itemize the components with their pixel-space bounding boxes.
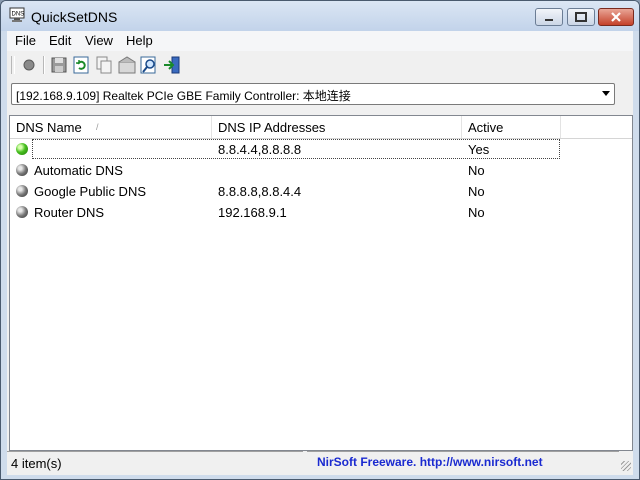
column-active[interactable]: Active xyxy=(462,116,561,138)
active-cell: Yes xyxy=(468,142,490,157)
table-row[interactable]: Automatic DNS No xyxy=(10,160,632,181)
find-icon xyxy=(140,56,156,74)
menu-edit[interactable]: Edit xyxy=(49,33,71,48)
chevron-down-icon[interactable] xyxy=(602,91,610,96)
save-button[interactable] xyxy=(49,55,69,75)
menu-bar: File Edit View Help xyxy=(7,31,633,51)
dns-name-cell: Automatic DNS xyxy=(34,163,123,178)
active-cell: No xyxy=(468,163,485,178)
column-dns-name-label: DNS Name xyxy=(16,120,82,135)
column-dns-name[interactable]: DNS Name / xyxy=(10,116,212,138)
minimize-button[interactable] xyxy=(535,8,563,26)
title-bar[interactable]: DNS QuickSetDNS xyxy=(1,1,639,31)
table-row[interactable]: 8.8.4.4,8.8.8.8 Yes xyxy=(10,139,632,160)
exit-icon xyxy=(164,56,180,74)
properties-icon xyxy=(118,56,136,74)
record-button[interactable] xyxy=(19,55,39,75)
menu-help[interactable]: Help xyxy=(126,33,153,48)
close-icon xyxy=(611,12,621,22)
exit-button[interactable] xyxy=(162,55,182,75)
dns-ip-cell: 192.168.9.1 xyxy=(218,205,287,220)
maximize-button[interactable] xyxy=(567,8,595,26)
client-area: File Edit View Help [192.168.9.109] Real… xyxy=(7,31,633,475)
maximize-icon xyxy=(575,12,587,22)
table-row[interactable]: Google Public DNS 8.8.8.8,8.8.4.4 No xyxy=(10,181,632,202)
find-button[interactable] xyxy=(139,55,159,75)
dns-app-icon: DNS xyxy=(9,7,25,22)
status-panel-count: 4 item(s) xyxy=(7,451,303,474)
sort-icon: / xyxy=(96,122,99,132)
window-title: QuickSetDNS xyxy=(31,9,118,25)
column-dns-ip-label: DNS IP Addresses xyxy=(218,120,326,135)
close-button[interactable] xyxy=(598,8,634,26)
svg-text:DNS: DNS xyxy=(12,12,25,18)
dns-ip-cell: 8.8.8.8,8.8.4.4 xyxy=(218,184,302,199)
column-active-label: Active xyxy=(468,120,504,135)
resize-grip[interactable] xyxy=(621,461,631,471)
properties-button[interactable] xyxy=(117,55,137,75)
status-bar: 4 item(s) NirSoft Freeware. http://www.n… xyxy=(7,451,633,473)
status-panel-link: NirSoft Freeware. http://www.nirsoft.net xyxy=(307,451,619,474)
table-row[interactable]: Router DNS 192.168.9.1 No xyxy=(10,202,632,223)
toolbar xyxy=(7,51,633,79)
active-cell: No xyxy=(468,184,485,199)
dns-name-cell: Router DNS xyxy=(34,205,105,220)
column-dns-ip[interactable]: DNS IP Addresses xyxy=(212,116,462,138)
app-window: DNS QuickSetDNS File Edit View Help [192… xyxy=(0,0,640,480)
status-inactive-icon xyxy=(16,164,28,176)
list-header: DNS Name / DNS IP Addresses Active xyxy=(10,116,632,139)
adapter-dropdown[interactable]: [192.168.9.109] Realtek PCIe GBE Family … xyxy=(11,83,615,105)
toolbar-separator xyxy=(43,56,45,74)
item-count: 4 item(s) xyxy=(11,456,62,471)
minimize-icon xyxy=(545,19,553,21)
copy-icon xyxy=(96,56,112,74)
refresh-button[interactable] xyxy=(71,55,91,75)
dns-name-cell: Google Public DNS xyxy=(34,184,146,199)
copy-button[interactable] xyxy=(94,55,114,75)
dns-list[interactable]: DNS Name / DNS IP Addresses Active 8.8.4… xyxy=(9,115,633,451)
status-active-icon xyxy=(16,143,28,155)
active-cell: No xyxy=(468,205,485,220)
dns-ip-cell: 8.8.4.4,8.8.8.8 xyxy=(218,142,302,157)
toolbar-grip xyxy=(11,56,15,74)
status-inactive-icon xyxy=(16,206,28,218)
nirsoft-link[interactable]: NirSoft Freeware. http://www.nirsoft.net xyxy=(317,455,543,469)
menu-file[interactable]: File xyxy=(15,33,36,48)
menu-view[interactable]: View xyxy=(85,33,113,48)
status-inactive-icon xyxy=(16,185,28,197)
floppy-icon xyxy=(51,57,67,73)
adapter-selected: [192.168.9.109] Realtek PCIe GBE Family … xyxy=(16,89,351,103)
circle-icon xyxy=(23,59,35,71)
refresh-icon xyxy=(73,56,89,74)
